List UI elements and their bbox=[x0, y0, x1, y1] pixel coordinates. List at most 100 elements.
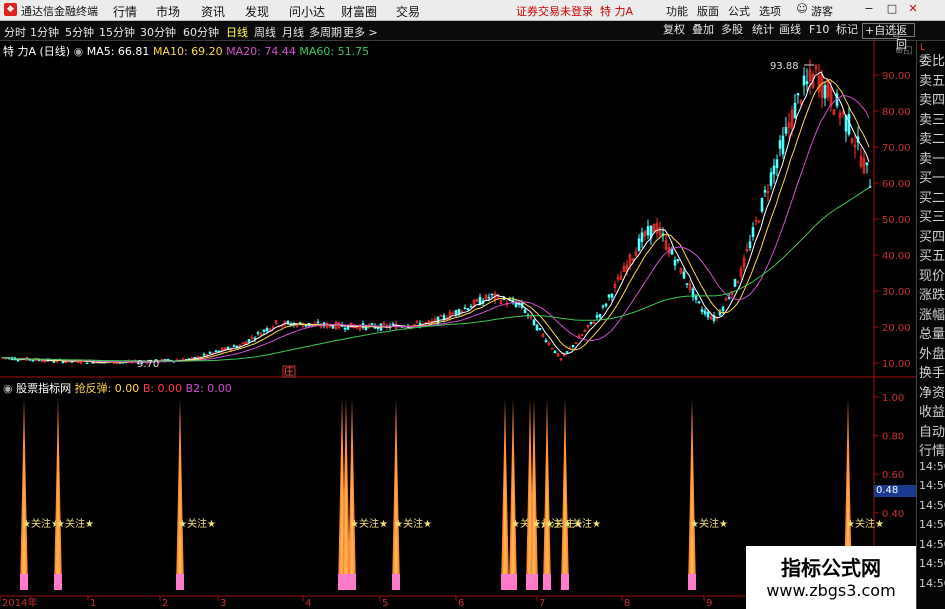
candle-body bbox=[343, 328, 347, 330]
candle-body bbox=[796, 93, 800, 96]
signal-base bbox=[348, 574, 356, 590]
candle-body bbox=[85, 362, 89, 365]
event-marker: 庄 bbox=[284, 365, 294, 378]
y-tick-label: 30.00 bbox=[882, 287, 911, 298]
candle-body bbox=[286, 320, 290, 324]
y-tick-label: 90.00 bbox=[882, 71, 911, 82]
candle-body bbox=[760, 198, 764, 212]
candle-body bbox=[751, 227, 755, 237]
y-tick-label: 60.00 bbox=[882, 179, 911, 190]
quote-panel-item: 买四 bbox=[919, 229, 945, 245]
candle-body bbox=[775, 159, 779, 169]
ma10-label: MA10: 69.20 bbox=[152, 45, 223, 58]
indicator-value: 抢反弹: 0.00 bbox=[74, 382, 140, 395]
sub-y-tick-label: 0.80 bbox=[882, 432, 904, 443]
ma20-label: MA20: 74.44 bbox=[226, 45, 296, 58]
sub-y-tick-label: 0.60 bbox=[882, 470, 904, 481]
candle-body bbox=[442, 315, 446, 320]
candle-body bbox=[805, 81, 809, 85]
signal-base bbox=[54, 574, 62, 590]
x-tick-label: 8 bbox=[624, 598, 630, 609]
b2-value: B2: 0.00 bbox=[185, 382, 232, 395]
candle-body bbox=[298, 322, 302, 324]
indicator-toggle-icon[interactable]: ◉ bbox=[3, 382, 13, 395]
signal-base bbox=[543, 574, 551, 590]
chart-corner-icons[interactable]: ⊕◱ bbox=[895, 45, 913, 59]
candle-body bbox=[601, 305, 605, 308]
candle-body bbox=[454, 310, 458, 316]
high-label: 93.88 bbox=[770, 61, 799, 72]
candle-body bbox=[16, 359, 20, 362]
ma-toggle-icon[interactable]: ◉ bbox=[74, 45, 84, 58]
sub-y-tick-label: 0.40 bbox=[882, 509, 904, 520]
candle-body bbox=[532, 319, 536, 326]
candle-body bbox=[514, 303, 518, 307]
signal-base bbox=[392, 574, 400, 590]
candle-body bbox=[439, 315, 443, 317]
signal-label: ★关注★ bbox=[350, 517, 388, 530]
quote-panel-item: 卖四 bbox=[919, 93, 945, 108]
x-tick-label: 2014年 bbox=[2, 596, 37, 609]
quote-panel-item: 外盘 bbox=[919, 346, 945, 362]
current-value-label: 0.48 bbox=[874, 485, 916, 497]
candle-body bbox=[700, 309, 704, 312]
quote-panel-item: 自动 bbox=[919, 424, 945, 440]
candle-body bbox=[571, 344, 575, 347]
candle-body bbox=[637, 238, 641, 251]
signal-label: ★关注★ bbox=[394, 517, 432, 530]
signal-base bbox=[530, 574, 538, 590]
candle-body bbox=[781, 135, 785, 155]
candle-body bbox=[553, 350, 557, 354]
quote-panel-item: 14:50 bbox=[919, 576, 945, 590]
candle-body bbox=[538, 327, 542, 330]
candle-body bbox=[316, 321, 320, 324]
signal-label: ★关注★ bbox=[178, 517, 216, 530]
candle-body bbox=[676, 258, 680, 261]
candle-body bbox=[466, 308, 470, 311]
candle-body bbox=[589, 321, 593, 324]
candle-body bbox=[604, 303, 608, 307]
chart-canvas: 90.00 80.00 70.00 60.00 50.00 40.00 30.00 20.00… bbox=[0, 41, 916, 609]
quote-panel-item: 卖三 bbox=[919, 112, 945, 128]
stock-label[interactable]: 特 力A (日线) bbox=[3, 45, 70, 58]
ma5-label: MA5: 66.81 bbox=[86, 45, 150, 58]
candle-body bbox=[490, 293, 494, 296]
signal-label: ★关注★ bbox=[22, 517, 60, 530]
candle-body bbox=[256, 332, 260, 334]
watermark-title: 指标公式网 bbox=[781, 556, 881, 580]
signal-base bbox=[561, 574, 569, 590]
candle-body bbox=[166, 358, 170, 361]
quote-panel-item: 涨跌 bbox=[919, 288, 945, 303]
indicator-title[interactable]: 股票指标网 bbox=[16, 382, 71, 395]
x-tick-label: 4 bbox=[305, 598, 311, 609]
signal-base bbox=[509, 574, 517, 590]
candle-body bbox=[802, 75, 806, 86]
quote-panel-item: 行情 bbox=[919, 444, 945, 459]
candle-body bbox=[247, 339, 251, 343]
candle-body bbox=[607, 294, 611, 298]
signal-label: ★关注★ bbox=[563, 517, 601, 530]
y-tick-label: 20.00 bbox=[882, 323, 911, 334]
quote-panel-item: 14:50 bbox=[919, 459, 945, 473]
candle-body bbox=[868, 186, 872, 188]
watermark: 指标公式网 www.zbgs3.com bbox=[746, 546, 916, 609]
candle-body bbox=[733, 279, 737, 287]
ma60-label: MA60: 51.75 bbox=[299, 45, 370, 58]
quote-panel-item: 卖五 bbox=[919, 73, 945, 89]
sub-y-tick-label: 1.00 bbox=[882, 393, 904, 404]
sub-legend: ◉ 股票指标网 抢反弹: 0.00 B: 0.00 B2: 0.00 bbox=[3, 380, 232, 396]
quote-panel-item: 委比 bbox=[919, 54, 945, 69]
quote-panel-item: 买五 bbox=[919, 249, 945, 264]
candle-body bbox=[769, 172, 773, 187]
candle-body bbox=[640, 232, 644, 242]
quote-panel-item: 涨幅 bbox=[919, 307, 945, 323]
y-tick-label: 50.00 bbox=[882, 215, 911, 226]
watermark-url: www.zbgs3.com bbox=[766, 581, 896, 600]
candle-body bbox=[544, 340, 548, 342]
candle-body bbox=[40, 360, 44, 363]
signal-base bbox=[20, 574, 28, 590]
candle-body bbox=[772, 165, 776, 175]
quote-panel-item: 卖一 bbox=[919, 151, 945, 167]
x-tick-label: 9 bbox=[706, 598, 712, 609]
ma-line bbox=[1, 187, 870, 362]
